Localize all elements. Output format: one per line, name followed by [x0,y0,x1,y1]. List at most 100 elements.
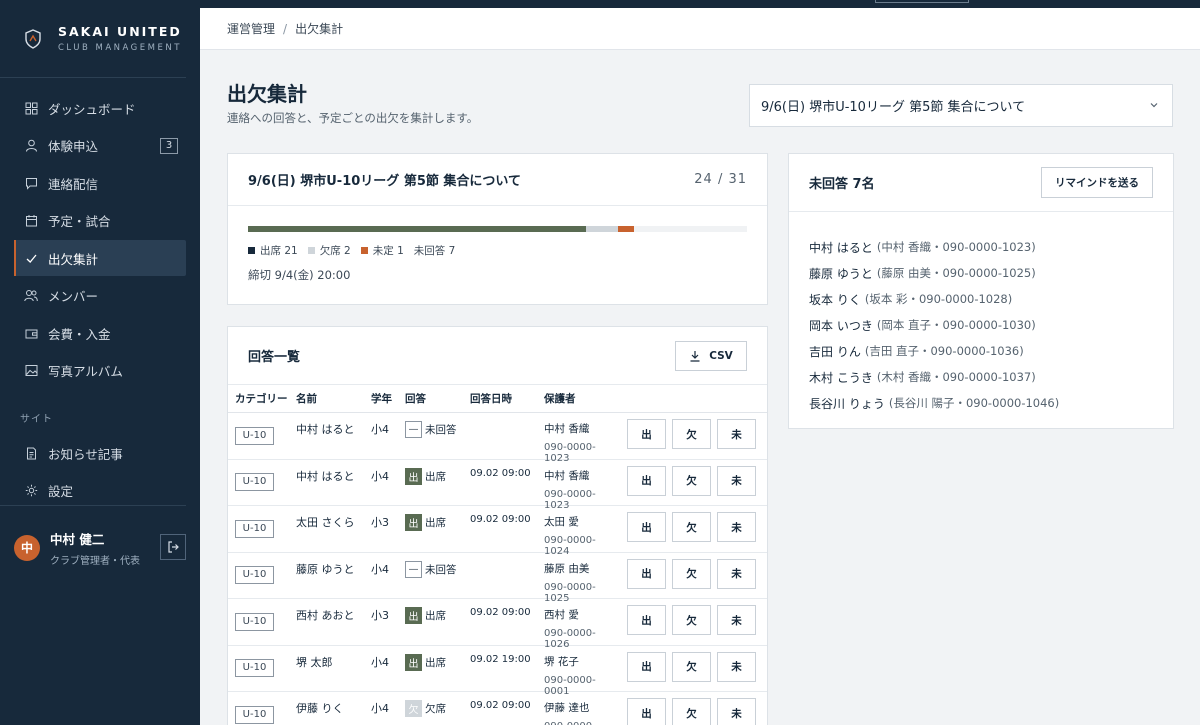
event-select[interactable]: 9/6(日) 堺市U-10リーグ 第5節 集合について [749,84,1173,127]
download-icon [690,350,700,362]
answer-status-icon: 出 [405,607,422,624]
wallet-icon [24,326,38,340]
legend-label: 未回答 7 [413,245,456,257]
event-select-value: 9/6(日) 堺市U-10リーグ 第5節 集合について [761,100,1026,115]
mark-absent-button[interactable]: 欠 [672,651,711,682]
top-bar-tab[interactable] [875,0,969,3]
guardian-contact: (木村 香織・090-0000-1037) [876,370,1036,384]
legend-swatch [248,247,255,254]
mark-present-button[interactable]: 出 [627,605,666,635]
grade: 小3 [371,516,389,529]
sidebar-item-label: 連絡配信 [48,176,99,192]
table-row: U-10 太田 さくら 小3 出出席 09.02 09:00 太田 愛 090-0000-1… [228,506,767,557]
deadline: 締切 9/4(金) 20:00 [248,268,351,282]
sidebar-item-label: 写真アルバム [48,364,123,379]
member-name: 長谷川 りょう [809,396,885,411]
answer-time [463,413,537,421]
mark-present-button[interactable]: 出 [627,512,666,542]
category-tag: U-10 [235,705,274,724]
sidebar-item-label: ダッシュボード [48,101,136,117]
sidebar-item[interactable]: 写真アルバム [14,353,186,389]
sidebar-item[interactable]: 会費・入金 [14,315,186,351]
table-row: U-10伊藤 りく小4欠欠席09.02 09:00伊藤 達也090-0000-1… [228,692,767,725]
grade: 小4 [371,702,389,715]
sidebar-item[interactable]: ダッシュボード [14,90,186,126]
answer-status: — 未回答 [398,413,463,438]
mark-present-button[interactable]: 出 [627,698,666,725]
mark-undecided-button[interactable]: 未 [717,651,756,682]
responses-table-body: U-10 中村 はると 小4— 未回答 中村 香織 090-0000-1023 出欠未 U-1… [228,413,767,725]
brand-name: SAKAI UNITED [58,24,182,39]
mark-absent-button[interactable]: 欠 [672,605,711,635]
mark-undecided-button[interactable]: 未 [717,465,756,496]
legend-label: 出席 21 [260,245,298,257]
sidebar-item[interactable]: 予定・試合 [14,203,186,239]
mark-undecided-button[interactable]: 未 [717,605,756,635]
sidebar: SAKAI UNITED CLUB MANAGEMENT ダッシュボード体験申込… [0,0,200,725]
mark-undecided-button[interactable]: 未 [717,512,756,542]
mark-present-button[interactable]: 出 [627,651,666,682]
brand[interactable]: SAKAI UNITED CLUB MANAGEMENT [0,0,186,78]
top-bar [200,0,1200,8]
mark-undecided-button[interactable]: 未 [717,419,756,449]
sidebar-item[interactable]: 設定 [14,473,186,509]
sidebar-nav: ダッシュボード体験申込 3 連絡配信予定・試合出欠集計 メンバー会費・入金写真アルバム [0,90,200,389]
grade: 小4 [371,469,389,483]
remind-button[interactable]: リマインドを送る [1041,167,1153,198]
sidebar-item[interactable]: 体験申込 3 [14,128,186,164]
gear-icon [24,484,38,498]
sidebar-item[interactable]: 出欠集計 [14,240,186,276]
users-icon [24,289,38,303]
member-name: 吉田 りん [809,344,861,359]
member-name: 伊藤 りく [296,702,344,715]
sidebar-item[interactable]: メンバー [14,278,186,314]
mark-absent-button[interactable]: 欠 [672,558,711,589]
member-name: 中村 はると [296,469,355,483]
sidebar-item[interactable]: 連絡配信 [14,165,186,201]
mark-undecided-button[interactable]: 未 [717,698,756,725]
responses-card: 回答一覧 CSV カテゴリー 名前 学年 回答 回答日時 保護者 U-10 中村 はると 小4… [227,326,768,725]
mark-absent-button[interactable]: 欠 [672,465,711,496]
member-name: 坂本 りく [809,292,861,307]
mark-undecided-button[interactable]: 未 [717,558,756,589]
row-actions: 出欠未 [627,605,762,635]
sidebar-item-label: 会費・入金 [48,326,111,342]
category-tag: U-10 [235,612,274,631]
grade: 小4 [371,423,389,436]
row-actions: 出欠未 [627,651,762,682]
breadcrumb-current: 出欠集計 [295,22,344,36]
list-item: 岡本 いつき (岡本 直子・090-0000-1030) [809,312,1153,338]
csv-download-button[interactable]: CSV [675,340,747,371]
legend-label: 未定 1 [372,245,404,257]
sidebar-item[interactable]: お知らせ記事 [14,435,186,471]
unanswered-card: 未回答 7名 リマインドを送る 中村 はると (中村 香織・090-0000-10… [788,153,1174,429]
avatar[interactable]: 中 [14,534,40,561]
category-tag: U-10 [235,426,274,445]
mark-absent-button[interactable]: 欠 [672,698,711,725]
row-actions: 出欠未 [627,465,762,496]
answer-status-icon: 出 [405,514,422,531]
answer-status: 出出席 [398,506,463,531]
attendance-legend: 出席 21 欠席 2 未定 1 未回答 7 [248,243,465,258]
answer-status: 出出席 [398,599,463,624]
answer-status: 出出席 [398,646,463,671]
logout-button[interactable] [160,534,186,560]
guardian-name: 西村 愛 [544,609,579,621]
mark-absent-button[interactable]: 欠 [672,419,711,449]
column-header: 名前 [296,393,317,405]
sidebar-item-label: 予定・試合 [48,214,111,229]
mark-present-button[interactable]: 出 [627,419,666,449]
breadcrumb-parent[interactable]: 運営管理 [227,20,275,37]
progress-segment-pending [618,226,635,232]
calendar-icon [24,214,38,228]
mark-absent-button[interactable]: 欠 [672,512,711,542]
mark-present-button[interactable]: 出 [627,465,666,496]
nav-section-label: サイト [20,414,53,425]
count-badge: 3 [160,137,178,154]
responses-title: 回答一覧 [248,350,301,365]
logout-icon [168,541,179,553]
mark-present-button[interactable]: 出 [627,558,666,589]
list-item: 中村 はると (中村 香織・090-0000-1023) [809,234,1153,260]
member-name: 中村 はると [296,423,355,436]
unanswered-title: 未回答 7名 [809,177,875,192]
